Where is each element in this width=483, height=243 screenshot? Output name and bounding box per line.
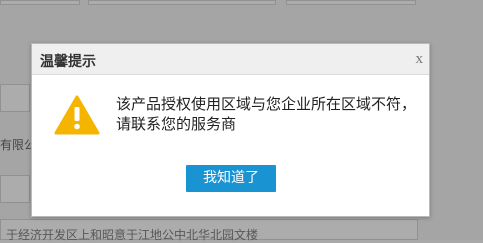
dialog-header: 温馨提示 x [32,44,429,75]
dialog-title: 温馨提示 [40,54,96,70]
warning-icon [54,95,100,135]
close-button[interactable]: x [416,52,424,67]
dialog-message: 该产品授权使用区域与您企业所在区域不符，请联系您的服务商 [116,95,417,133]
alert-dialog: 温馨提示 x 该产品授权使用区域与您企业所在区域不符，请联系您的服务商 我知道了 [31,43,430,217]
confirm-button[interactable]: 我知道了 [186,165,276,192]
